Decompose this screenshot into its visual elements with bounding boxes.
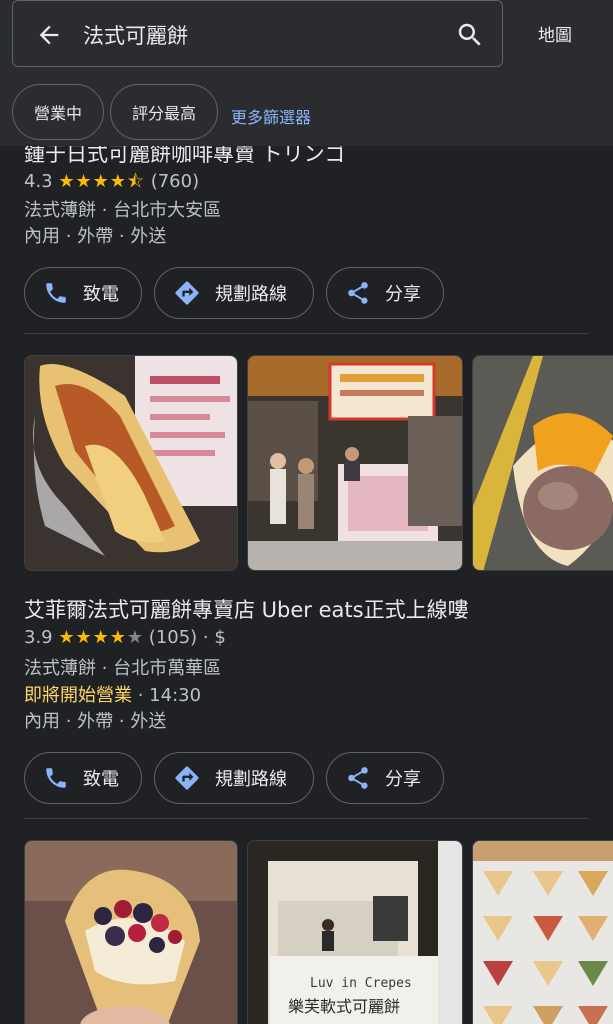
directions-icon: [175, 766, 199, 790]
result-photo[interactable]: [24, 840, 238, 1024]
divider: [24, 333, 589, 334]
category-location: 法式薄餅 · 台北市萬華區: [24, 658, 222, 679]
directions-label: 規劃路線: [215, 769, 287, 790]
rating-row: 3.9 ★★★★★ (105) · $: [24, 627, 226, 648]
open-time: · 14:30: [132, 685, 202, 706]
service-options: 內用 · 外帶 · 外送: [24, 711, 167, 732]
rating-value: 3.9: [24, 627, 53, 648]
phone-icon: [46, 283, 66, 303]
empty-star-icon: ★: [126, 627, 144, 648]
more-filters-link[interactable]: 更多篩選器: [231, 104, 311, 128]
opening-status: 即將開始營業 · 14:30: [24, 681, 201, 707]
review-count-price: (105) · $: [148, 627, 226, 648]
rating-value: 4.3: [24, 171, 53, 192]
directions-label: 規劃路線: [215, 284, 287, 305]
result-photo[interactable]: [472, 355, 613, 571]
search-bar[interactable]: 法式可麗餅: [12, 0, 503, 67]
review-count: (760): [150, 171, 200, 192]
share-label: 分享: [385, 769, 421, 790]
directions-button[interactable]: 規劃路線: [154, 267, 314, 319]
share-icon: [348, 282, 368, 304]
star-rating-icon: ★★★★: [58, 627, 127, 648]
phone-icon: [46, 768, 66, 788]
result-photo[interactable]: [247, 355, 463, 571]
directions-icon: [175, 281, 199, 305]
result-title[interactable]: 艾菲爾法式可麗餅專賣店 Uber eats正式上線嘍: [24, 594, 469, 624]
call-button[interactable]: 致電: [24, 752, 142, 804]
call-label: 致電: [83, 769, 119, 790]
call-button[interactable]: 致電: [24, 267, 142, 319]
result-photo[interactable]: [24, 355, 238, 571]
open-status: 即將開始營業: [24, 685, 132, 706]
service-options: 內用 · 外帶 · 外送: [24, 226, 167, 247]
result-photo[interactable]: [472, 840, 613, 1024]
storefront-sign-en: Luv in Crepes: [310, 976, 412, 991]
search-header: 法式可麗餅 地圖 營業中 評分最高 更多篩選器: [0, 0, 613, 146]
result-photo[interactable]: Luv in Crepes 樂芙軟式可麗餅: [247, 840, 463, 1024]
share-label: 分享: [385, 284, 421, 305]
category-location: 法式薄餅 · 台北市大安區: [24, 200, 222, 221]
star-rating-icon: ★★★★⯪: [58, 171, 145, 192]
share-button[interactable]: 分享: [326, 267, 444, 319]
divider: [24, 818, 589, 819]
search-icon[interactable]: [455, 20, 485, 50]
share-button[interactable]: 分享: [326, 752, 444, 804]
filter-chip-top-rated[interactable]: 評分最高: [110, 84, 218, 140]
filter-chip-open-now[interactable]: 營業中: [12, 84, 104, 140]
share-icon: [348, 767, 368, 789]
back-arrow-icon[interactable]: [35, 21, 63, 49]
search-input[interactable]: 法式可麗餅: [83, 20, 188, 50]
filter-chip-label: 營業中: [33, 104, 82, 123]
filter-chip-label: 評分最高: [131, 104, 196, 123]
directions-button[interactable]: 規劃路線: [154, 752, 314, 804]
storefront-sign-zh: 樂芙軟式可麗餅: [288, 997, 401, 1016]
rating-row: 4.3 ★★★★⯪ (760): [24, 169, 199, 199]
call-label: 致電: [83, 284, 119, 305]
map-button[interactable]: 地圖: [538, 21, 572, 46]
